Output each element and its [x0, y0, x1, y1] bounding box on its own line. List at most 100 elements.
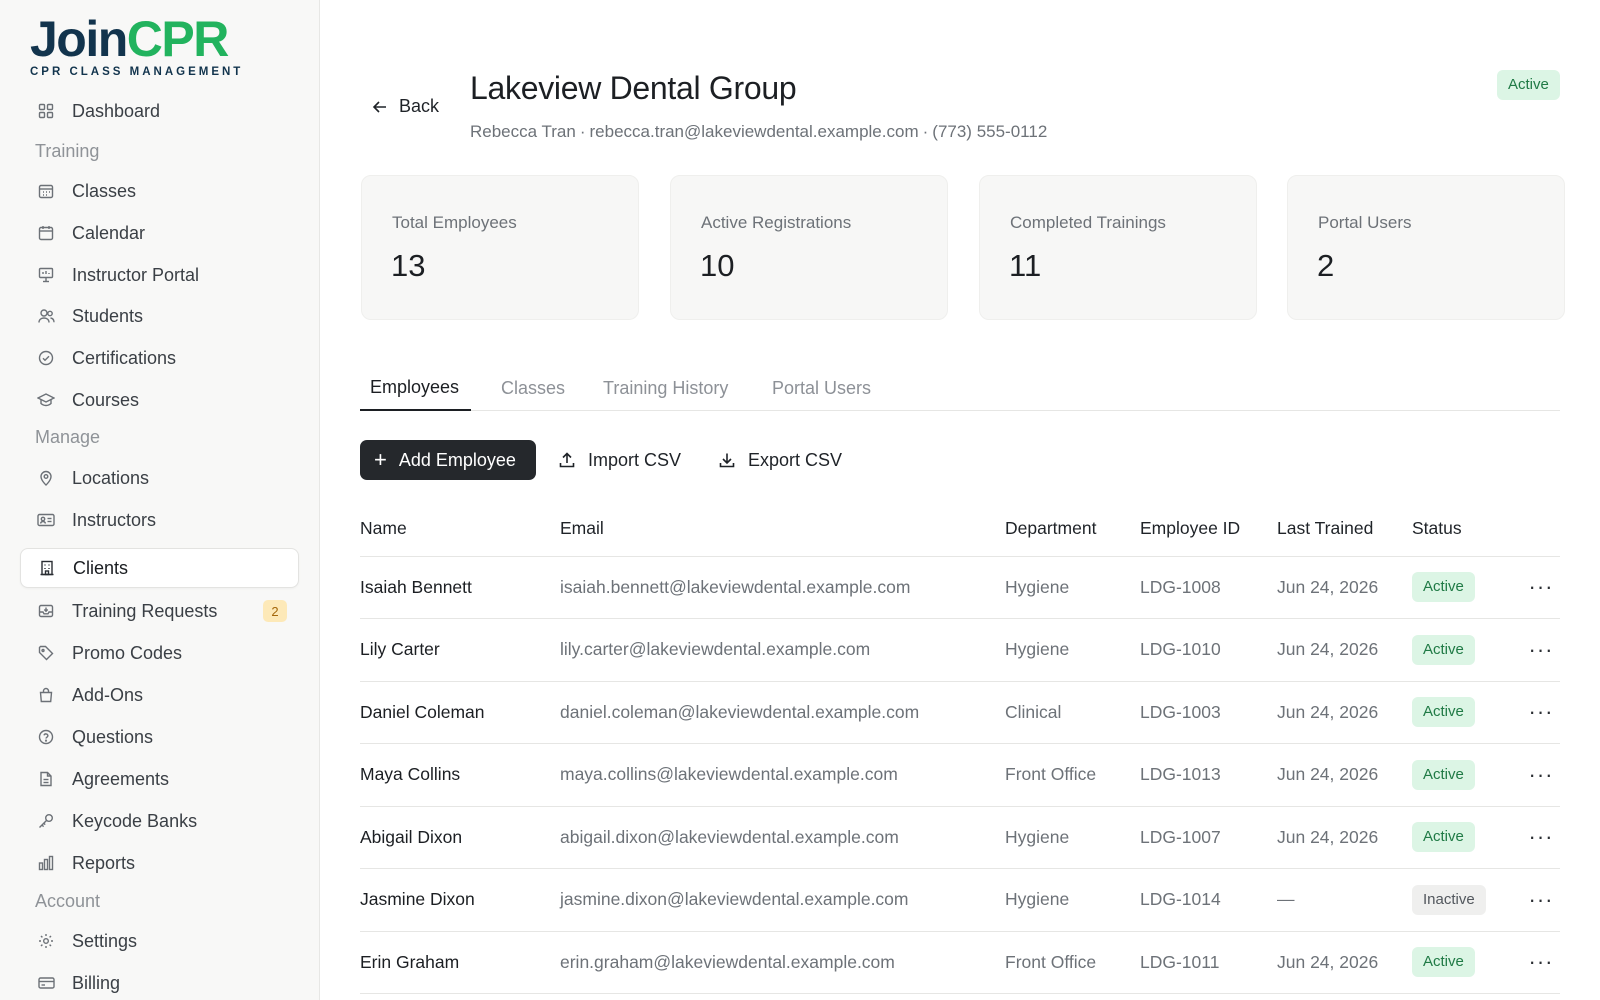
cell-employee-id: LDG-1007: [1140, 806, 1277, 869]
more-actions-icon[interactable]: ···: [1522, 868, 1560, 932]
stat-card-active-registrations: Active Registrations 10: [670, 175, 948, 320]
table-row[interactable]: Daniel Coleman daniel.coleman@lakeviewde…: [360, 681, 1560, 744]
cell-department: Hygiene: [1005, 868, 1140, 932]
sidebar-item-settings[interactable]: Settings: [20, 921, 299, 961]
column-header-status[interactable]: Status: [1412, 502, 1522, 557]
tab-portal-users[interactable]: Portal Users: [762, 365, 881, 411]
cell-employee-id: LDG-1014: [1140, 868, 1277, 932]
stat-label: Portal Users: [1318, 213, 1412, 232]
back-button[interactable]: Back: [371, 96, 439, 117]
cell-email: jasmine.dixon@lakeviewdental.example.com: [560, 868, 1005, 932]
sidebar-item-label: Questions: [72, 726, 154, 747]
cell-email: isaiah.bennett@lakeviewdental.example.co…: [560, 556, 1005, 619]
stat-card-portal-users: Portal Users 2: [1287, 175, 1565, 320]
sidebar-item-certifications[interactable]: Certifications: [20, 338, 299, 378]
more-actions-icon[interactable]: ···: [1522, 556, 1560, 619]
table-row[interactable]: Jasmine Dixon jasmine.dixon@lakeviewdent…: [360, 868, 1560, 932]
logo-wordmark: JoinCPR: [30, 11, 229, 67]
sidebar-item-locations[interactable]: Locations: [20, 458, 299, 498]
sidebar-item-instructor-portal[interactable]: Instructor Portal: [20, 255, 299, 295]
column-header-name[interactable]: Name: [360, 502, 560, 557]
table-row[interactable]: Isaiah Bennett isaiah.bennett@lakeviewde…: [360, 556, 1560, 619]
sidebar-item-label: Dashboard: [72, 100, 161, 121]
client-status-badge: Active: [1497, 70, 1560, 100]
cell-last-trained: Jun 24, 2026: [1277, 556, 1412, 619]
presentation-icon: [37, 266, 55, 284]
column-header-department[interactable]: Department: [1005, 502, 1140, 557]
sidebar-item-label: Locations: [72, 467, 150, 488]
more-actions-icon[interactable]: ···: [1522, 743, 1560, 807]
download-icon: [719, 453, 735, 468]
sidebar-item-classes[interactable]: Classes: [20, 171, 299, 211]
tab-employees[interactable]: Employees: [360, 365, 471, 411]
column-header-employee-id[interactable]: Employee ID: [1140, 502, 1277, 557]
notification-badge: 2: [263, 600, 287, 622]
sidebar-item-label: Calendar: [72, 222, 146, 243]
cell-status: Active: [1412, 618, 1522, 682]
inbox-icon: [37, 602, 55, 620]
logo-tagline: CPR CLASS MANAGEMENT: [30, 66, 244, 78]
cell-name: Maya Collins: [360, 743, 560, 807]
add-employee-button[interactable]: + Add Employee: [360, 440, 536, 480]
sidebar-item-calendar[interactable]: Calendar: [20, 213, 299, 253]
sidebar-item-add-ons[interactable]: Add-Ons: [20, 675, 299, 715]
stat-label: Active Registrations: [701, 213, 852, 232]
tab-training-history[interactable]: Training History: [593, 365, 738, 411]
contact-name: Rebecca Tran: [470, 122, 576, 141]
cell-status: Active: [1412, 743, 1522, 807]
table-row[interactable]: Maya Collins maya.collins@lakeviewdental…: [360, 743, 1560, 807]
cell-name: Lily Carter: [360, 618, 560, 682]
separator: ·: [579, 122, 586, 141]
sidebar-item-keycode-banks[interactable]: Keycode Banks: [20, 801, 299, 841]
column-header-actions: [1522, 502, 1560, 557]
sidebar-item-dashboard[interactable]: Dashboard: [20, 91, 299, 131]
status-badge: Active: [1412, 947, 1475, 978]
section-training: Training: [35, 141, 100, 161]
table-row[interactable]: Abigail Dixon abigail.dixon@lakeviewdent…: [360, 806, 1560, 869]
stat-card-total-employees: Total Employees 13: [361, 175, 639, 320]
table-row[interactable]: Erin Graham erin.graham@lakeviewdental.e…: [360, 931, 1560, 994]
sidebar-item-reports[interactable]: Reports: [20, 843, 299, 883]
more-actions-icon[interactable]: ···: [1522, 681, 1560, 744]
more-actions-icon[interactable]: ···: [1522, 618, 1560, 682]
sidebar-item-agreements[interactable]: Agreements: [20, 759, 299, 799]
cell-last-trained: Jun 24, 2026: [1277, 681, 1412, 744]
cell-employee-id: LDG-1011: [1140, 931, 1277, 994]
export-csv-button[interactable]: Export CSV: [718, 440, 842, 480]
cell-email: abigail.dixon@lakeviewdental.example.com: [560, 806, 1005, 869]
page-title: Lakeview Dental Group: [470, 70, 797, 106]
gear-icon: [37, 932, 55, 950]
column-header-email[interactable]: Email: [560, 502, 1005, 557]
sidebar-item-questions[interactable]: Questions: [20, 717, 299, 757]
cell-last-trained: —: [1277, 868, 1412, 932]
sidebar-item-training-requests[interactable]: Training Requests 2: [20, 591, 299, 631]
sidebar-item-label: Agreements: [72, 768, 170, 789]
sidebar-item-label: Classes: [72, 180, 137, 201]
sidebar-item-label: Add-Ons: [72, 684, 144, 705]
import-csv-button[interactable]: Import CSV: [558, 440, 681, 480]
logo[interactable]: JoinCPR CPR CLASS MANAGEMENT: [30, 14, 243, 78]
more-actions-icon[interactable]: ···: [1522, 931, 1560, 994]
plus-icon: +: [374, 447, 387, 472]
sidebar-item-billing[interactable]: Billing: [20, 963, 299, 1000]
more-actions-icon[interactable]: ···: [1522, 806, 1560, 869]
import-csv-label: Import CSV: [588, 449, 682, 470]
key-icon: [37, 812, 55, 830]
sidebar-item-label: Instructor Portal: [72, 264, 200, 285]
cell-status: Active: [1412, 556, 1522, 619]
table-row[interactable]: Lily Carter lily.carter@lakeviewdental.e…: [360, 618, 1560, 682]
help-circle-icon: [37, 728, 55, 746]
contact-line: Rebecca Tran · rebecca.tran@lakeviewdental…: [470, 122, 1047, 142]
cell-last-trained: Jun 24, 2026: [1277, 743, 1412, 807]
sidebar-item-clients[interactable]: Clients: [20, 548, 299, 588]
cell-name: Abigail Dixon: [360, 806, 560, 869]
status-badge: Active: [1412, 634, 1475, 665]
cell-name: Jasmine Dixon: [360, 868, 560, 932]
sidebar-item-instructors[interactable]: Instructors: [20, 500, 299, 540]
sidebar-item-promo-codes[interactable]: Promo Codes: [20, 633, 299, 673]
tab-classes[interactable]: Classes: [491, 365, 575, 411]
sidebar-item-students[interactable]: Students: [20, 296, 299, 336]
sidebar-item-courses[interactable]: Courses: [20, 380, 299, 420]
status-badge: Active: [1412, 822, 1475, 853]
column-header-last-trained[interactable]: Last Trained: [1277, 502, 1412, 557]
